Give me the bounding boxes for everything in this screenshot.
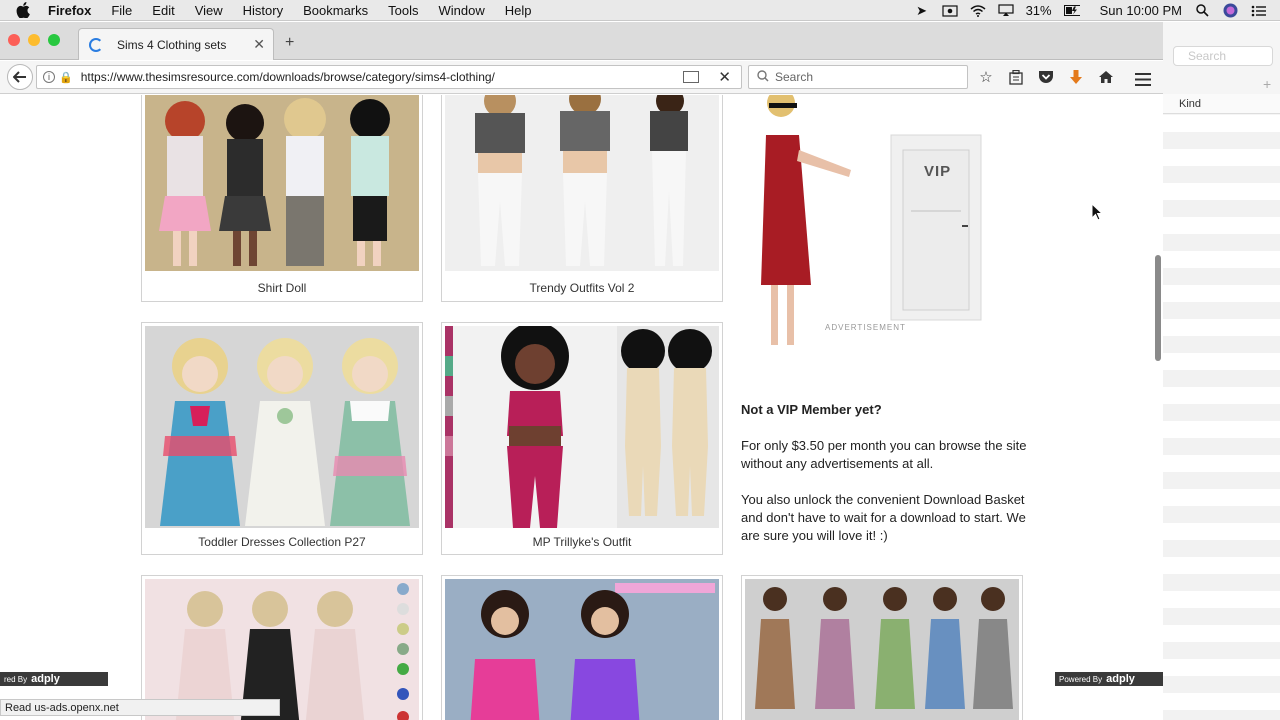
back-button[interactable] (7, 64, 33, 90)
page-scrollbar[interactable] (1154, 95, 1163, 720)
powered-by-badge[interactable]: Powered By adply (1055, 672, 1163, 686)
stop-loading-icon[interactable]: ✕ (718, 68, 731, 86)
menu-edit[interactable]: Edit (152, 3, 174, 18)
product-image[interactable] (445, 95, 719, 271)
menu-app-name[interactable]: Firefox (48, 3, 91, 18)
tab-title: Sims 4 Clothing sets (117, 37, 227, 52)
product-caption[interactable]: Trendy Outfits Vol 2 (442, 281, 722, 295)
home-icon[interactable] (1096, 67, 1116, 87)
menu-view[interactable]: View (195, 3, 223, 18)
powered-by-text: red By (4, 674, 28, 684)
product-caption[interactable]: Toddler Dresses Collection P27 (142, 535, 422, 549)
search-icon (757, 69, 769, 85)
product-image[interactable] (745, 579, 1019, 720)
pocket-icon[interactable] (1036, 67, 1056, 87)
notification-center-icon[interactable] (1250, 4, 1266, 18)
powered-by-badge[interactable]: red By adply (0, 672, 108, 686)
wifi-icon[interactable] (970, 4, 986, 18)
menu-bookmarks[interactable]: Bookmarks (303, 3, 368, 18)
finder-list[interactable] (1163, 115, 1280, 720)
product-card[interactable]: Shirt Doll (141, 95, 423, 302)
url-text[interactable]: https://www.thesimsresource.com/download… (81, 70, 495, 84)
nav-toolbar: i 🔒 https://www.thesimsresource.com/down… (0, 61, 1163, 94)
product-caption[interactable]: Shirt Doll (142, 281, 422, 295)
product-caption[interactable]: MP Trillyke's Outfit (442, 535, 722, 549)
advertisement-label: ADVERTISEMENT (825, 323, 906, 332)
background-finder-window[interactable]: Search + Kind (1163, 22, 1280, 720)
location-icon[interactable]: ➤ (914, 3, 930, 18)
product-card[interactable]: Toddler Dresses Collection P27 (141, 322, 423, 555)
screen-record-icon[interactable] (941, 4, 958, 18)
search-input[interactable]: Search (748, 65, 968, 89)
loading-spinner-icon (89, 37, 103, 52)
search-placeholder: Search (775, 70, 814, 84)
menu-file[interactable]: File (111, 3, 132, 18)
menu-history[interactable]: History (243, 3, 283, 18)
product-card[interactable]: Trendy Outfits Vol 2 (441, 95, 723, 302)
battery-icon[interactable] (1063, 4, 1080, 18)
column-header-kind[interactable]: Kind (1163, 94, 1280, 114)
close-window-button[interactable] (8, 34, 20, 46)
scrollbar-thumb[interactable] (1155, 255, 1161, 361)
downloads-icon[interactable] (1066, 67, 1086, 87)
airplay-icon[interactable] (997, 4, 1014, 18)
finder-search-placeholder: Search (1188, 49, 1227, 63)
vip-paragraph: You also unlock the convenient Download … (741, 492, 1026, 543)
menu-help[interactable]: Help (505, 3, 532, 18)
vip-door-label: VIP (924, 163, 952, 180)
url-bar[interactable]: i 🔒 https://www.thesimsresource.com/down… (36, 65, 742, 89)
product-image[interactable] (445, 322, 719, 528)
menu-window[interactable]: Window (439, 3, 485, 18)
powered-by-text: Powered By (1059, 674, 1103, 684)
add-icon[interactable]: + (1263, 76, 1271, 92)
vip-title: Not a VIP Member yet? (741, 402, 882, 417)
adply-logo: adply (31, 673, 60, 685)
mouse-cursor-icon (1091, 202, 1104, 226)
tab-sims-clothing[interactable]: Sims 4 Clothing sets ✕ (78, 28, 274, 60)
vip-paragraph: For only $3.50 per month you can browse … (741, 438, 1027, 471)
menubar-clock[interactable]: Sun 10:00 PM (1100, 3, 1182, 18)
macos-menubar: Firefox File Edit View History Bookmarks… (0, 0, 1280, 21)
product-image[interactable] (145, 326, 419, 528)
site-info-icon[interactable]: i (43, 71, 55, 83)
siri-icon[interactable] (1222, 3, 1238, 18)
bookmarks-library-icon[interactable] (1006, 67, 1026, 87)
page-viewport[interactable]: Shirt Doll Trendy Outfits Vol 2 Toddler … (0, 95, 1163, 720)
new-tab-button[interactable]: + (285, 34, 294, 52)
tab-close-icon[interactable]: ✕ (253, 36, 265, 53)
product-image[interactable] (145, 95, 419, 271)
hamburger-menu-icon[interactable] (1133, 69, 1153, 89)
status-bar: Read us-ads.openx.net (0, 699, 280, 716)
product-image[interactable] (445, 579, 719, 720)
reader-view-icon[interactable] (683, 71, 699, 83)
product-card[interactable] (441, 575, 723, 720)
status-text: Read us-ads.openx.net (5, 701, 119, 714)
minimize-window-button[interactable] (28, 34, 40, 46)
product-card[interactable] (741, 575, 1023, 720)
adply-logo: adply (1106, 673, 1135, 685)
menu-tools[interactable]: Tools (388, 3, 418, 18)
bookmark-star-icon[interactable]: ☆ (976, 67, 996, 87)
spotlight-icon[interactable] (1194, 4, 1210, 18)
tab-strip: Sims 4 Clothing sets ✕ + (0, 22, 1163, 60)
finder-search-input[interactable]: Search (1173, 46, 1273, 66)
product-card[interactable]: MP Trillyke's Outfit (441, 322, 723, 555)
apple-icon[interactable] (16, 1, 34, 19)
battery-percent: 31% (1025, 3, 1052, 18)
lock-warning-icon[interactable]: 🔒 (59, 71, 73, 84)
zoom-window-button[interactable] (48, 34, 60, 46)
